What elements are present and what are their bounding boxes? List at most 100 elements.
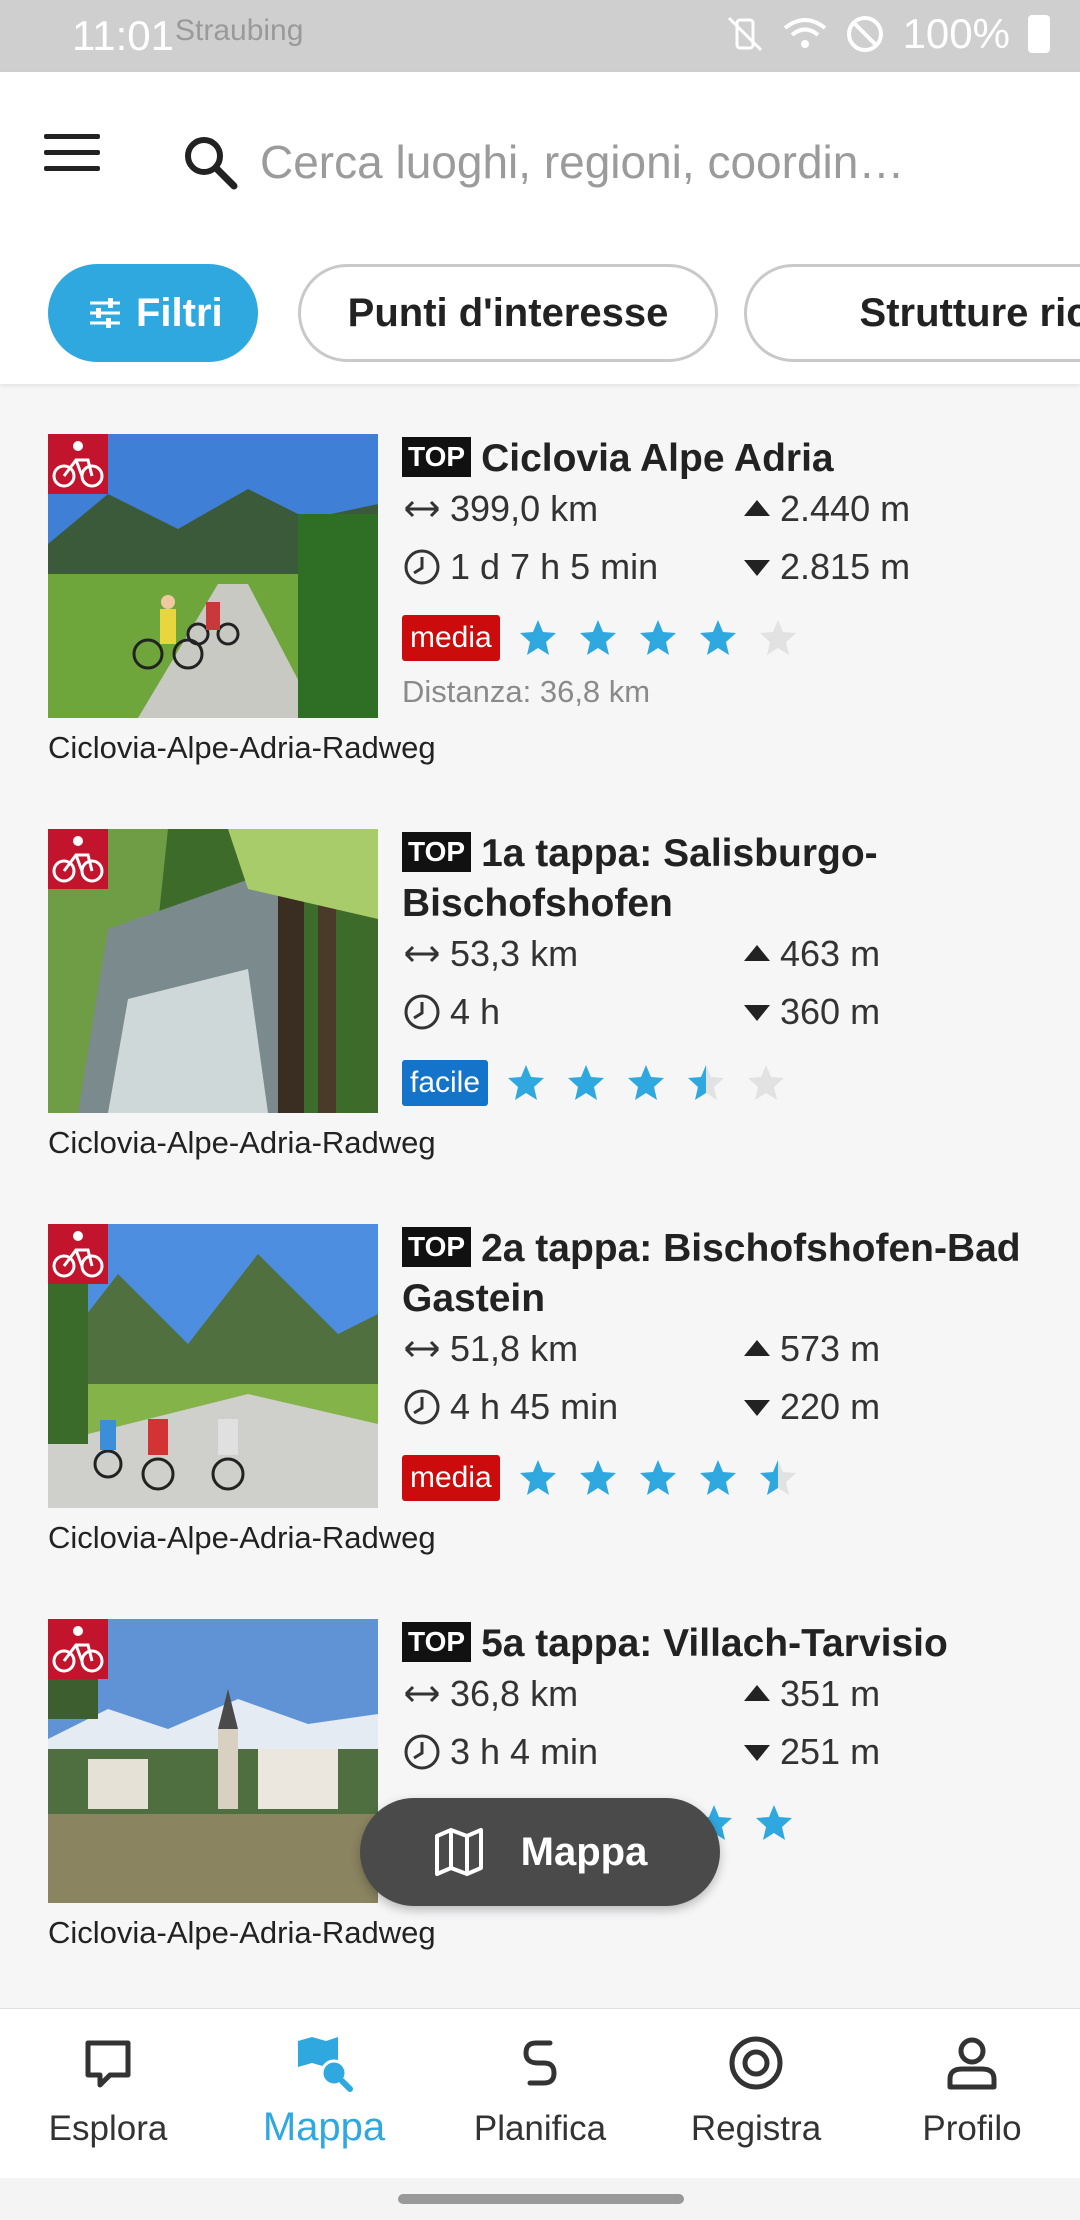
nav-explore-label: Esplora <box>48 2109 168 2148</box>
ascent-icon <box>744 1340 770 1356</box>
ascent-value: 463 m <box>780 933 881 974</box>
search-icon <box>185 137 238 190</box>
ascent-stat: 351 m <box>742 1673 880 1715</box>
tour-title: TOP 2a tappa: Bischofshofen-Bad Gastein <box>402 1224 1042 1324</box>
bike-route-badge <box>48 1619 108 1679</box>
ascent-stat: 573 m <box>742 1328 880 1370</box>
bicycle-icon <box>52 441 104 488</box>
tour-thumbnail <box>48 1619 378 1903</box>
search-input[interactable] <box>260 122 1030 202</box>
top-badge: TOP <box>402 1622 472 1662</box>
tour-thumbnail <box>48 1224 378 1508</box>
star-icon <box>568 1065 605 1100</box>
ascent-value: 351 m <box>780 1673 881 1714</box>
star-icon <box>519 620 556 655</box>
top-bar: Filtri Punti d'interesse Strutture ricet… <box>0 72 1080 384</box>
distance-value: 399,0 km <box>450 488 599 529</box>
bike-route-badge <box>48 434 108 494</box>
tour-title-text: 1a tappa: Salisburgo-Bischofshofen <box>402 832 878 925</box>
status-bar: Straubing 11:01 100% <box>0 0 1080 72</box>
bicycle-icon <box>52 1626 104 1673</box>
ascent-stat: 2.440 m <box>742 488 910 530</box>
duration-stat: 4 h <box>402 991 500 1033</box>
rating-row: facile <box>402 1053 1042 1113</box>
star-icon <box>508 1065 545 1100</box>
descent-stat: 2.815 m <box>742 546 910 588</box>
tour-stats: 36,8 km 351 m 3 h 4 min 251 m <box>402 1673 1042 1793</box>
tour-title: TOP 1a tappa: Salisburgo-Bischofshofen <box>402 829 1042 929</box>
route-plan-icon <box>523 2040 557 2086</box>
tour-card[interactable]: TOP 1a tappa: Salisburgo-Bischofshofen 53… <box>0 795 1080 1190</box>
duration-value: 1 d 7 h 5 min <box>450 546 659 587</box>
accommodation-chip-label: Strutture ricetti <box>859 290 1080 335</box>
ascent-icon <box>744 500 770 516</box>
poi-chip[interactable]: Punti d'interesse <box>298 264 718 362</box>
filters-chip[interactable]: Filtri <box>48 264 258 362</box>
star-icon <box>579 1460 616 1495</box>
descent-value: 251 m <box>780 1731 881 1772</box>
poi-chip-label: Punti d'interesse <box>347 290 669 335</box>
nav-profile[interactable]: Profilo <box>864 2009 1080 2179</box>
accommodation-chip[interactable]: Strutture ricetti <box>744 264 1080 362</box>
bicycle-icon <box>52 1231 104 1278</box>
tour-card[interactable]: TOP Ciclovia Alpe Adria 399,0 km 2.440 m … <box>0 400 1080 795</box>
distance-arrows-icon <box>404 1340 440 1358</box>
tour-stats: 53,3 km 463 m 4 h 360 m <box>402 933 1042 1053</box>
tour-source: Ciclovia-Alpe-Adria-Radweg <box>48 1520 436 1555</box>
explore-icon <box>85 2040 131 2088</box>
rating-stars <box>506 1063 786 1103</box>
bike-route-badge <box>48 829 108 889</box>
duration-stat: 3 h 4 min <box>402 1731 598 1773</box>
distance-value: 51,8 km <box>450 1328 579 1369</box>
status-time: 11:01 <box>72 12 174 59</box>
home-indicator[interactable] <box>398 2194 684 2204</box>
nav-map-label: Mappa <box>262 2105 386 2149</box>
distance-stat: 399,0 km <box>402 488 598 530</box>
rating-stars <box>518 618 798 658</box>
star-icon <box>628 1065 665 1100</box>
ascent-value: 2.440 m <box>780 488 911 529</box>
descent-value: 220 m <box>780 1386 881 1427</box>
tour-stats: 399,0 km 2.440 m 1 d 7 h 5 min 2.815 m <box>402 488 1042 608</box>
rating-stars <box>518 1458 798 1498</box>
distance-arrows-icon <box>404 945 440 963</box>
tour-info: TOP 2a tappa: Bischofshofen-Bad Gastein 5… <box>402 1224 1042 1508</box>
descent-icon <box>744 1400 770 1416</box>
distance-value: 53,3 km <box>450 933 579 974</box>
tour-card[interactable]: TOP 2a tappa: Bischofshofen-Bad Gastein 5… <box>0 1190 1080 1585</box>
star-icon <box>759 1460 796 1495</box>
rating-row: media <box>402 608 1042 668</box>
star-icon <box>756 1805 792 1840</box>
difficulty-badge: media <box>402 1455 500 1501</box>
map-search-icon <box>298 2037 353 2092</box>
star-icon <box>519 1460 556 1495</box>
tour-thumbnail <box>48 829 378 1113</box>
bottom-navigation: Esplora Mappa Planifica Registra Profilo <box>0 2008 1080 2178</box>
nav-record[interactable]: Registra <box>648 2009 864 2179</box>
descent-stat: 220 m <box>742 1386 880 1428</box>
descent-icon <box>744 560 770 576</box>
status-icons: 100% <box>725 10 1050 58</box>
ascent-icon <box>744 1685 770 1701</box>
descent-stat: 360 m <box>742 991 880 1033</box>
duration-stat: 1 d 7 h 5 min <box>402 546 658 588</box>
map-icon <box>434 1828 483 1876</box>
tour-card[interactable]: TOP 5a tappa: Villach-Tarvisio 36,8 km 35… <box>0 1585 1080 1980</box>
clock-icon <box>404 1734 440 1770</box>
distance-away: Distanza: 36,8 km <box>402 674 651 709</box>
tour-source: Ciclovia-Alpe-Adria-Radweg <box>48 730 436 765</box>
star-icon <box>748 1065 785 1100</box>
map-button[interactable]: Mappa <box>360 1798 720 1906</box>
map-button-label: Mappa <box>520 1829 648 1874</box>
record-icon <box>729 2036 783 2090</box>
nav-explore[interactable]: Esplora <box>0 2009 216 2179</box>
nav-map[interactable]: Mappa <box>216 2009 432 2179</box>
nav-plan[interactable]: Planifica <box>432 2009 648 2179</box>
hamburger-menu-icon[interactable] <box>44 134 100 182</box>
distance-stat: 36,8 km <box>402 1673 578 1715</box>
difficulty-badge: media <box>402 615 500 661</box>
star-icon <box>699 620 736 655</box>
vibrate-mute-icon <box>727 16 762 52</box>
rating-row: media <box>402 1448 1042 1508</box>
difficulty-badge: facile <box>402 1060 489 1106</box>
